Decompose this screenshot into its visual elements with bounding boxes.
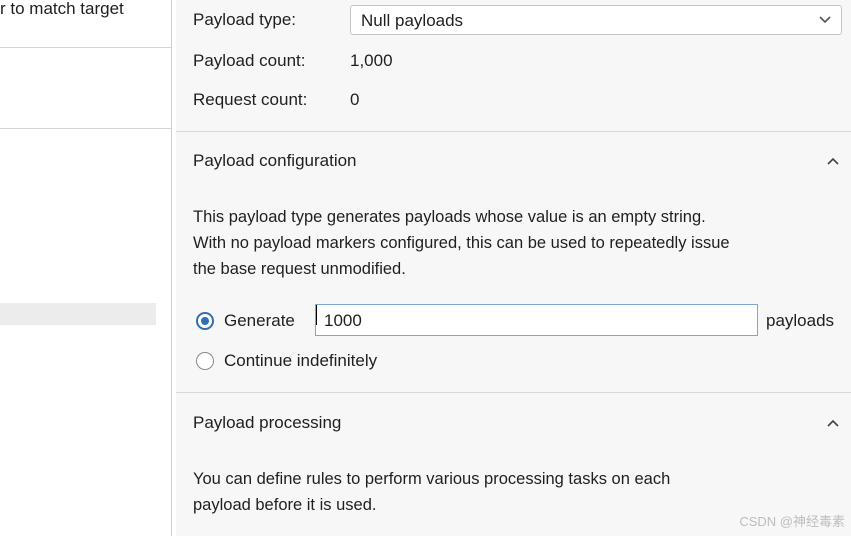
description-line: the base request unmodified.: [193, 260, 406, 278]
continue-indefinitely-label[interactable]: Continue indefinitely: [224, 351, 377, 371]
text-cursor: [316, 305, 317, 325]
payload-type-select[interactable]: Null payloads: [350, 5, 842, 35]
generate-radio[interactable]: [196, 312, 214, 330]
description-line: With no payload markers configured, this…: [193, 234, 730, 252]
description-line: You can define rules to perform various …: [193, 470, 671, 488]
left-panel-separator: [0, 128, 171, 129]
generate-label[interactable]: Generate: [224, 311, 295, 331]
generate-count-value: 1000: [324, 311, 362, 330]
payload-type-label: Payload type:: [193, 10, 297, 29]
payloads-suffix-label: payloads: [766, 311, 835, 330]
payloads-panel: Payload type: Null payloads Payload coun…: [176, 0, 851, 536]
left-panel-separator: [0, 47, 171, 48]
pane-divider[interactable]: [171, 0, 172, 536]
watermark: CSDN @神经毒素: [739, 514, 845, 529]
left-panel: r to match target: [0, 0, 171, 536]
payload-configuration-title[interactable]: Payload configuration: [193, 151, 357, 171]
payload-count-value: 1,000: [350, 51, 393, 70]
left-panel-scrollbar[interactable]: [0, 303, 156, 325]
chevron-up-icon[interactable]: [825, 415, 841, 431]
generate-count-input[interactable]: 1000: [315, 304, 758, 336]
description-line: This payload type generates payloads who…: [193, 208, 706, 226]
payload-count-label: Payload count:: [193, 51, 306, 70]
section-divider: [176, 131, 851, 132]
continue-indefinitely-radio[interactable]: [196, 352, 214, 370]
chevron-up-icon[interactable]: [825, 153, 841, 169]
left-panel-text: r to match target: [0, 0, 124, 18]
payload-processing-title[interactable]: Payload processing: [193, 413, 341, 433]
request-count-label: Request count:: [193, 90, 308, 109]
request-count-value: 0: [350, 90, 360, 109]
payload-type-value: Null payloads: [361, 11, 464, 30]
chevron-down-icon: [819, 16, 831, 24]
section-divider: [176, 392, 851, 393]
payload-configuration-description: This payload type generates payloads who…: [193, 204, 851, 282]
